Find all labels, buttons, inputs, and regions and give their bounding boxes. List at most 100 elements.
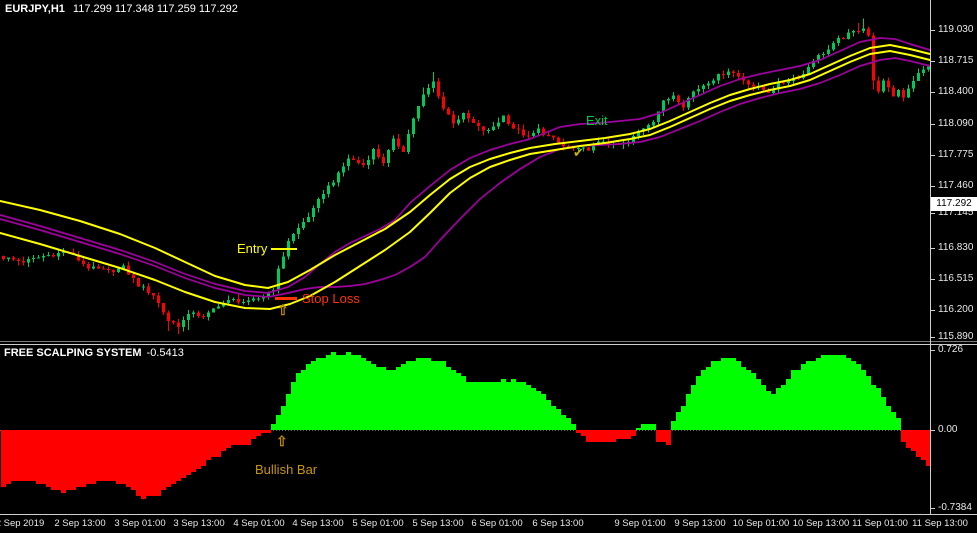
candle-body	[482, 126, 485, 130]
entry-label[interactable]: Entry	[237, 241, 267, 256]
candle-body	[697, 89, 700, 92]
time-axis[interactable]: 2 Sep 20192 Sep 13:003 Sep 01:003 Sep 13…	[0, 515, 977, 533]
candle-body	[367, 160, 370, 165]
histogram-bar	[856, 364, 861, 430]
stop-loss-label[interactable]: Stop Loss	[302, 291, 360, 306]
histogram-bar	[76, 430, 81, 487]
candle-body	[307, 217, 310, 222]
histogram-bar	[811, 361, 816, 430]
histogram-bar	[676, 412, 681, 430]
candle-body	[277, 269, 280, 290]
candle-body	[157, 296, 160, 304]
candle-body	[7, 258, 10, 260]
candle-body	[57, 253, 60, 256]
candle-body	[857, 31, 860, 32]
candle-body	[82, 261, 85, 265]
histogram-bar	[466, 382, 471, 430]
candle-body	[317, 199, 320, 208]
bullish-bar-label[interactable]: Bullish Bar	[255, 462, 317, 477]
histogram-bar	[311, 361, 316, 430]
candle-body	[107, 269, 110, 270]
histogram-bar	[191, 430, 196, 472]
histogram-bar	[11, 430, 16, 481]
candle-body	[112, 270, 115, 272]
indicator-name: FREE SCALPING SYSTEM	[4, 347, 142, 359]
histogram-bar	[746, 370, 751, 430]
candle-body	[822, 54, 825, 55]
axis-tick-mark	[931, 213, 935, 214]
histogram-bar	[81, 430, 86, 487]
histogram-bar	[781, 385, 786, 430]
indicator-chart-canvas[interactable]	[0, 346, 931, 514]
candle-body	[457, 120, 460, 124]
candle-body	[862, 29, 865, 32]
symbol-timeframe: EURJPY,H1	[5, 3, 65, 15]
candle-body	[322, 194, 325, 199]
candle-body	[537, 129, 540, 133]
axis-tick-mark	[931, 248, 935, 249]
candle-body	[842, 38, 845, 39]
histogram-bar	[211, 430, 216, 457]
histogram-bar	[711, 361, 716, 430]
price-axis[interactable]: 119.030118.715118.400118.090117.775117.4…	[931, 0, 977, 514]
candle-body	[32, 258, 35, 259]
buy-arrow-icon[interactable]: ⇧	[277, 302, 289, 319]
candle-body	[237, 299, 240, 303]
axis-tick-label: 116.830	[938, 243, 973, 253]
exit-label[interactable]: Exit	[586, 113, 608, 128]
candle-body	[217, 307, 220, 309]
candle-body	[52, 255, 55, 256]
histogram-bar	[386, 370, 391, 430]
histogram-bar	[611, 430, 616, 442]
candle-body	[737, 73, 740, 77]
candle-body	[132, 275, 135, 279]
histogram-bar	[736, 361, 741, 430]
histogram-bar	[101, 430, 106, 481]
histogram-bar	[631, 430, 636, 436]
candle-body	[152, 293, 155, 296]
histogram-bar	[551, 406, 556, 430]
candle-body	[192, 313, 195, 314]
axis-tick-mark	[931, 92, 935, 93]
histogram-bar	[321, 358, 326, 430]
histogram-bar	[111, 430, 116, 481]
candle-body	[527, 136, 530, 137]
histogram-bar	[31, 430, 36, 481]
candle-body	[397, 138, 400, 146]
candle-wick	[528, 131, 529, 139]
histogram-bar	[471, 382, 476, 430]
candle-body	[167, 313, 170, 321]
histogram-bar	[6, 430, 11, 484]
axis-tick-mark	[931, 61, 935, 62]
bullish-bar-arrow-icon[interactable]: ⇧	[276, 433, 288, 450]
candle-body	[432, 81, 435, 88]
histogram-bar	[656, 430, 661, 442]
candle-body	[472, 119, 475, 123]
histogram-bar	[286, 394, 291, 430]
panel-separator-top	[0, 341, 977, 342]
candle-body	[202, 316, 205, 317]
candle-body	[47, 255, 50, 256]
histogram-bar	[401, 364, 406, 430]
candle-body	[357, 160, 360, 163]
axis-tick-label: 119.030	[938, 25, 973, 35]
entry-price-line[interactable]	[271, 248, 297, 250]
histogram-bar	[411, 361, 416, 430]
candle-body	[347, 159, 350, 167]
candle-body	[42, 256, 45, 258]
exit-check-icon[interactable]: ✔	[573, 145, 584, 161]
candle-body	[487, 130, 490, 131]
histogram-bar	[361, 358, 366, 430]
candle-body	[407, 134, 410, 152]
stop-loss-price-line[interactable]	[275, 297, 297, 300]
histogram-bar	[866, 376, 871, 430]
histogram-bar	[131, 430, 136, 490]
candle-body	[872, 35, 875, 80]
histogram-bar	[916, 430, 921, 457]
candle-body	[87, 264, 90, 269]
axis-tick-mark	[931, 155, 935, 156]
histogram-bar	[296, 373, 301, 430]
histogram-bar	[16, 430, 21, 481]
histogram-bar	[741, 367, 746, 430]
price-chart-canvas[interactable]	[0, 0, 931, 341]
